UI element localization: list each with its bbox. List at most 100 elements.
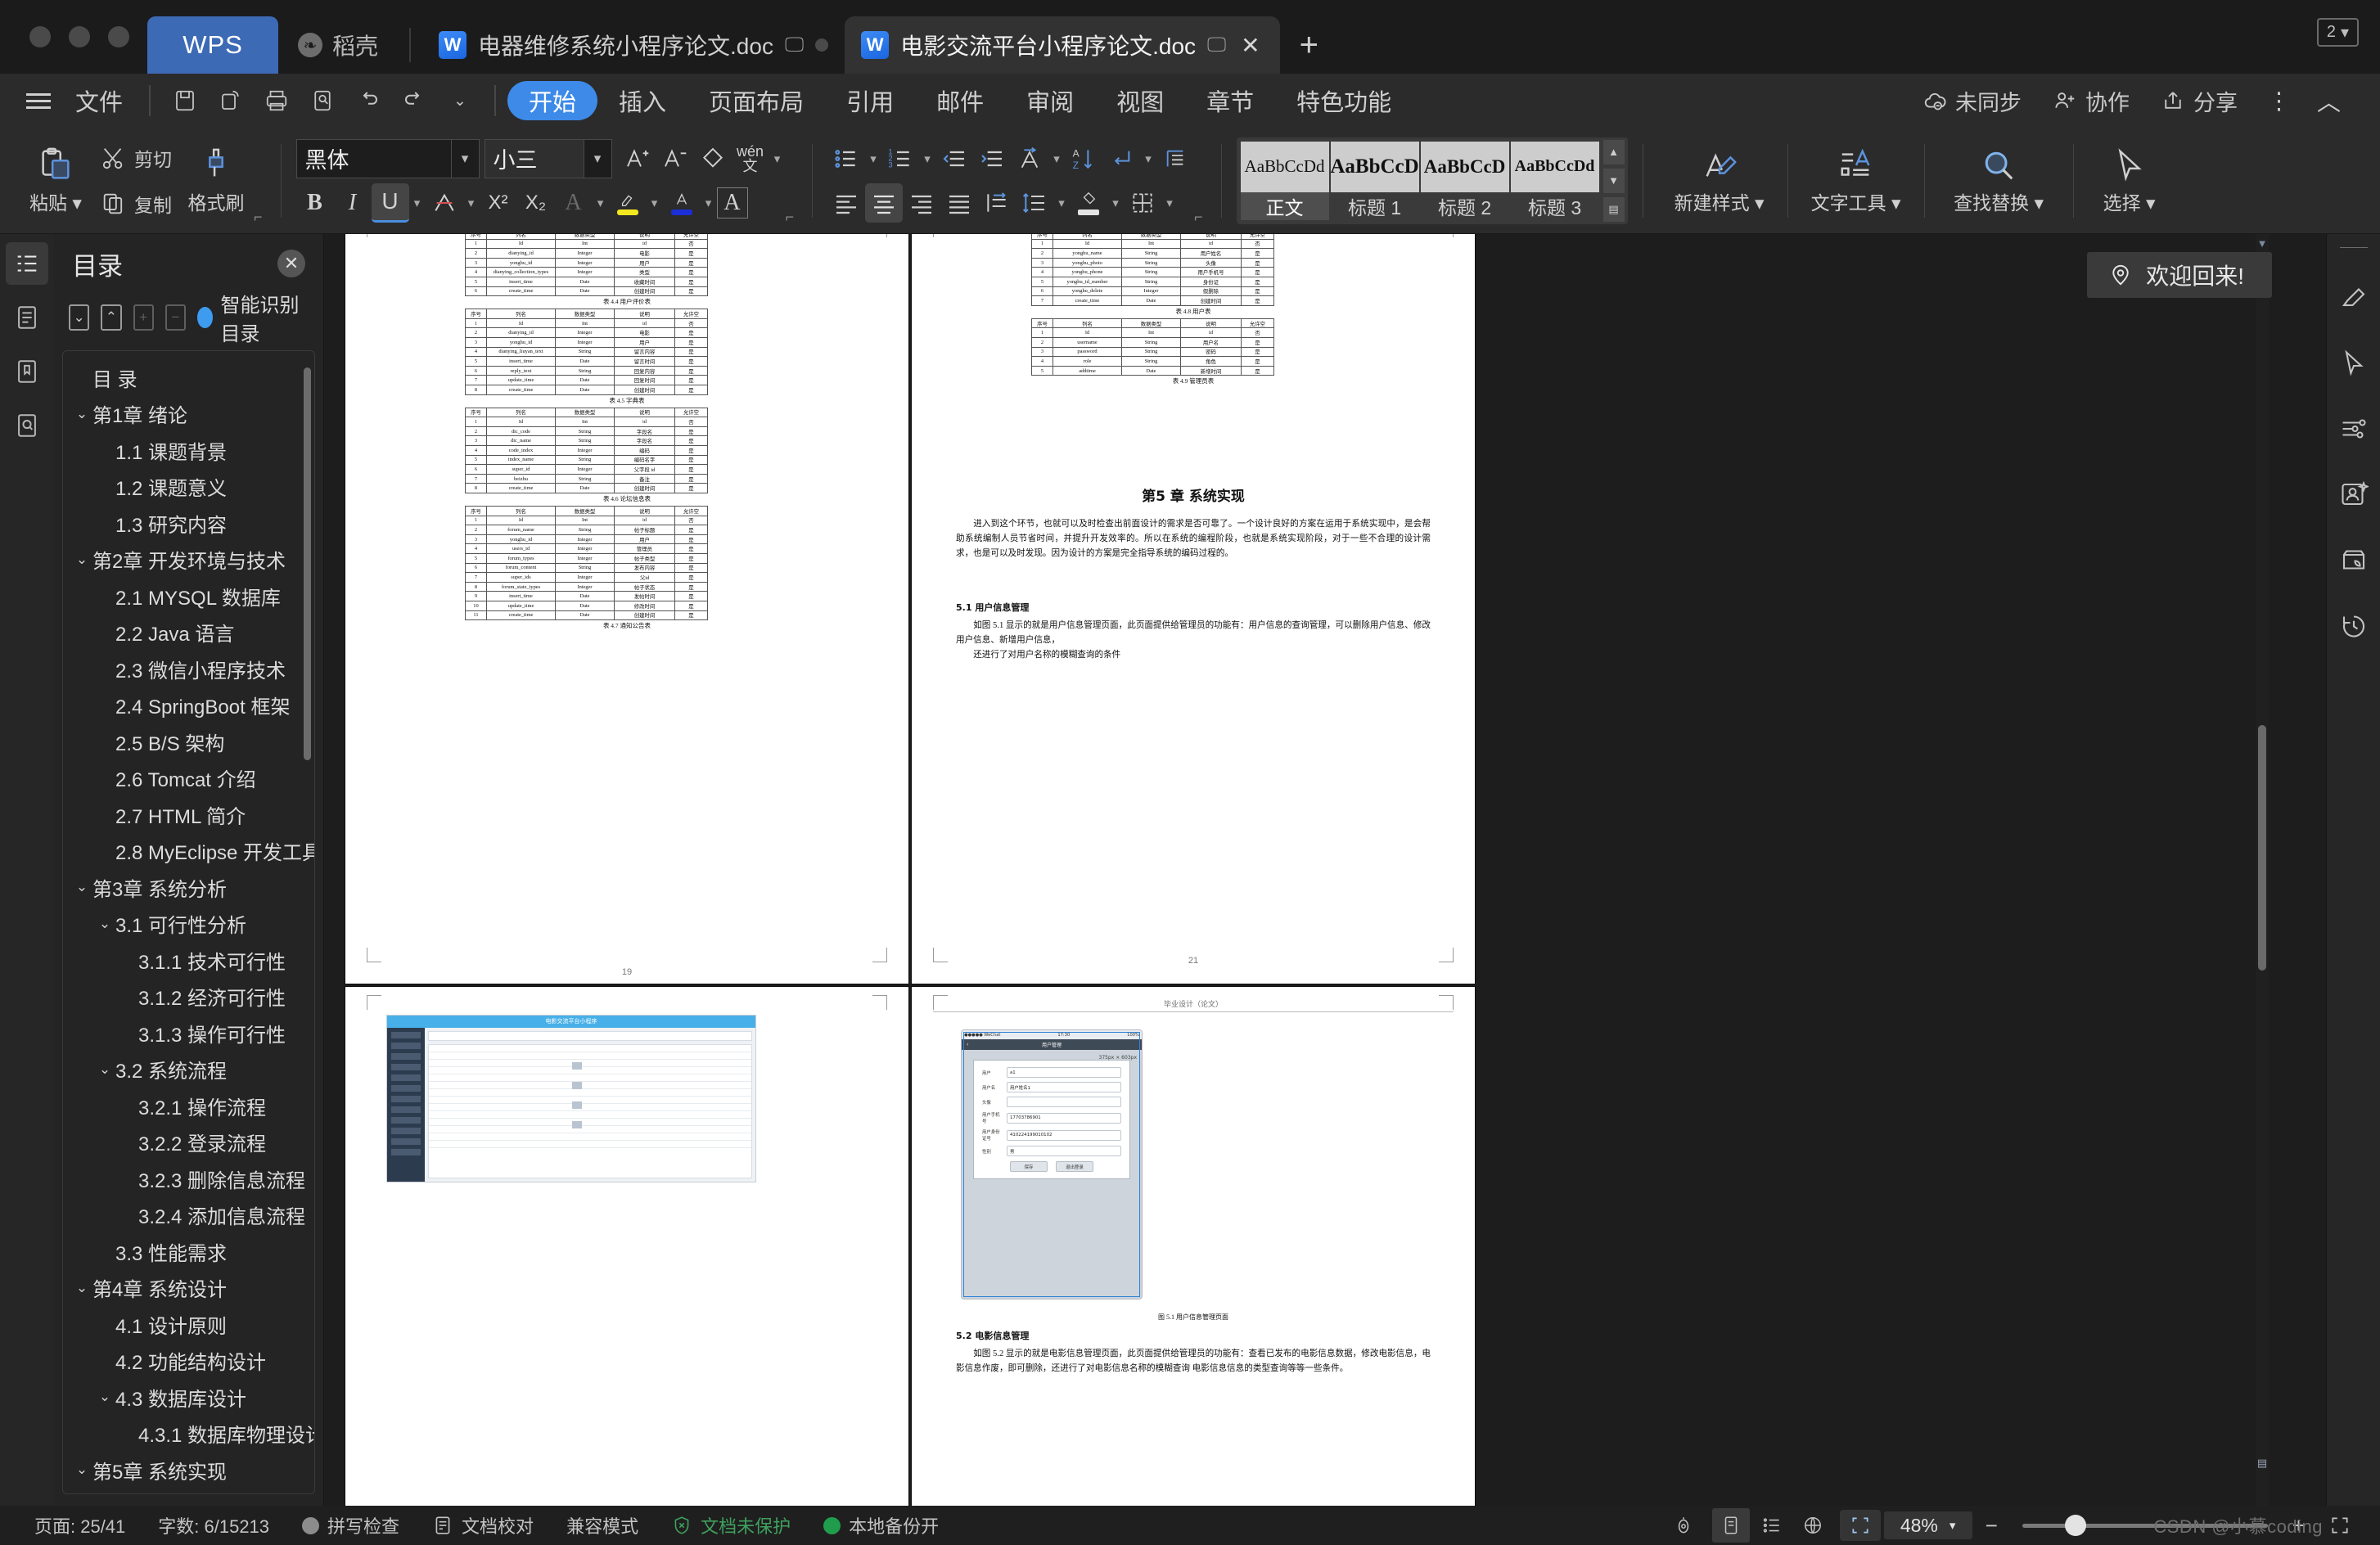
share-button[interactable]: 分享 bbox=[2148, 85, 2251, 117]
local-backup-status[interactable]: 本地备份开 bbox=[807, 1512, 955, 1538]
italic-button[interactable]: I bbox=[334, 183, 372, 223]
toc-item[interactable]: ⌄ 第1章 绪论 bbox=[63, 396, 314, 433]
align-left-icon[interactable] bbox=[827, 183, 865, 223]
tab-chapter[interactable]: 章节 bbox=[1185, 81, 1275, 120]
zoom-out-button[interactable]: − bbox=[1976, 1513, 2008, 1538]
document-page-23[interactable]: 毕业设计（论文） ●●●●● WeChat 17:30 100% ‹ 用户管理 … bbox=[912, 987, 1475, 1506]
toc-item[interactable]: 3.2.2 登录流程 bbox=[63, 1124, 314, 1161]
document-canvas[interactable]: 序号 列名 数据类型 说明 允许空 1 Id Int id 否 2 dianying_id Intege… bbox=[324, 234, 2326, 1506]
chevron-down-icon[interactable]: ⌄ bbox=[71, 1280, 92, 1296]
print-preview-icon[interactable] bbox=[304, 83, 340, 119]
font-color-caret-icon[interactable]: ▾ bbox=[701, 196, 717, 210]
font-size-input[interactable]: 小三 bbox=[484, 138, 584, 178]
increase-indent-icon[interactable] bbox=[973, 139, 1011, 178]
toc-item[interactable]: ⌄ 第2章 开发环境与技术 bbox=[63, 542, 314, 579]
fit-page-button[interactable] bbox=[1839, 1510, 1881, 1541]
increase-level-icon[interactable]: + bbox=[133, 304, 154, 331]
font-dialog-launcher[interactable]: ⌐ bbox=[786, 209, 798, 229]
app-menu-icon[interactable] bbox=[16, 92, 61, 109]
toc-scrollbar-thumb[interactable] bbox=[304, 367, 311, 760]
more-options-icon[interactable]: ⋮ bbox=[2256, 79, 2302, 122]
document-protection-status[interactable]: 文档未保护 bbox=[655, 1512, 807, 1538]
line-spacing-icon[interactable] bbox=[1016, 183, 1053, 223]
save-icon[interactable] bbox=[167, 83, 203, 119]
tab-insert[interactable]: 插入 bbox=[597, 81, 687, 120]
toc-item[interactable]: 2.3 微信小程序技术 bbox=[63, 651, 314, 687]
bookmark-panel-icon[interactable] bbox=[6, 350, 48, 393]
marks-caret-icon[interactable]: ▾ bbox=[1140, 151, 1156, 166]
toc-item[interactable]: 2.5 B/S 架构 bbox=[63, 723, 314, 760]
decrease-indent-icon[interactable] bbox=[935, 139, 973, 178]
new-style-button[interactable]: 新建样式 ▾ bbox=[1658, 135, 1781, 227]
style-heading-2[interactable]: AaBbCcD 标题 2 bbox=[1420, 141, 1509, 220]
find-panel-icon[interactable] bbox=[6, 404, 48, 447]
distribute-icon[interactable] bbox=[978, 183, 1016, 223]
toc-item[interactable]: 5.1 用户信息管理 bbox=[63, 1489, 314, 1494]
tab-view[interactable]: 视图 bbox=[1095, 81, 1185, 120]
numbered-list-icon[interactable]: 123 bbox=[881, 139, 919, 178]
tab-review[interactable]: 审阅 bbox=[1005, 81, 1095, 120]
scrollbar-thumb[interactable] bbox=[2258, 725, 2266, 971]
grow-font-button[interactable] bbox=[619, 139, 656, 178]
font-size-caret-icon[interactable]: ▾ bbox=[584, 138, 612, 178]
toc-item[interactable]: 3.1.2 经济可行性 bbox=[63, 979, 314, 1016]
clipboard-dialog-launcher[interactable]: ⌐ bbox=[254, 209, 266, 229]
toc-item[interactable]: ⌄ 3.1 可行性分析 bbox=[63, 906, 314, 943]
toc-item[interactable]: ⌄ 第5章 系统实现 bbox=[63, 1452, 314, 1489]
save-as-icon[interactable] bbox=[213, 83, 249, 119]
scroll-top-marker[interactable]: ▼ bbox=[2256, 237, 2269, 250]
select-button[interactable]: 选择 ▾ bbox=[2080, 135, 2179, 227]
bullet-list-icon[interactable] bbox=[827, 139, 865, 178]
toc-item[interactable]: 2.6 Tomcat 介绍 bbox=[63, 760, 314, 797]
toc-item[interactable]: 3.3 性能需求 bbox=[63, 1233, 314, 1270]
toc-item[interactable]: 2.7 HTML 简介 bbox=[63, 796, 314, 833]
zoom-slider-knob[interactable] bbox=[2064, 1515, 2086, 1536]
toc-item[interactable]: 2.1 MYSQL 数据库 bbox=[63, 578, 314, 615]
toc-item[interactable]: 4.1 设计原则 bbox=[63, 1306, 314, 1343]
toc-item[interactable]: 目 录 bbox=[63, 359, 314, 396]
new-tab-button[interactable]: + bbox=[1280, 16, 1338, 74]
chevron-down-icon[interactable]: ⌄ bbox=[71, 552, 92, 568]
underline-caret-icon[interactable]: ▾ bbox=[409, 196, 426, 210]
minimize-window-dot[interactable] bbox=[69, 26, 90, 47]
pinyin-guide-button[interactable]: wén 文 bbox=[732, 139, 769, 178]
page-view-button[interactable] bbox=[1711, 1508, 1750, 1543]
char-border-button[interactable]: A bbox=[716, 187, 748, 218]
toc-item[interactable]: ⌄ 第4章 系统设计 bbox=[63, 1270, 314, 1307]
cursor-select-icon[interactable] bbox=[2335, 345, 2373, 382]
decrease-level-icon[interactable]: − bbox=[165, 304, 187, 331]
toc-item[interactable]: ⌄ 第3章 系统分析 bbox=[63, 869, 314, 906]
tab-movie-platform-doc[interactable]: W 电影交流平台小程序论文.doc 🖵 ✕ bbox=[845, 16, 1280, 74]
collapse-all-icon[interactable]: ⌃ bbox=[101, 304, 122, 331]
borders-caret-icon[interactable]: ▾ bbox=[1161, 196, 1178, 210]
tab-electrical-repair-doc[interactable]: W 电器维修系统小程序论文.doc 🖵 bbox=[422, 16, 845, 74]
copy-button[interactable]: 复制 bbox=[93, 183, 178, 224]
toc-item[interactable]: 4.2 功能结构设计 bbox=[63, 1343, 314, 1380]
toc-item[interactable]: 2.8 MyEclipse 开发工具 bbox=[63, 833, 314, 870]
style-expand-icon[interactable]: ▤ bbox=[1602, 196, 1625, 222]
toc-item[interactable]: 3.1.1 技术可行性 bbox=[63, 942, 314, 979]
numbering-caret-icon[interactable]: ▾ bbox=[919, 151, 935, 166]
toc-item[interactable]: ⌄ 3.2 系统流程 bbox=[63, 1052, 314, 1088]
web-view-button[interactable] bbox=[1794, 1515, 1832, 1536]
leaf-shop-icon[interactable] bbox=[2335, 541, 2373, 579]
style-normal[interactable]: AaBbCcDd 正文 bbox=[1240, 141, 1329, 220]
justify-icon[interactable] bbox=[940, 183, 978, 223]
expand-all-icon[interactable]: ⌄ bbox=[69, 304, 90, 331]
close-nav-icon[interactable]: ✕ bbox=[277, 250, 305, 277]
highlight-color-button[interactable] bbox=[609, 183, 647, 223]
chevron-down-icon[interactable]: ⌄ bbox=[71, 1462, 92, 1478]
toc-item[interactable]: ⌄ 4.3 数据库设计 bbox=[63, 1379, 314, 1416]
document-page-22[interactable]: 电影交流平台小程序 22 bbox=[345, 987, 908, 1506]
toc-item[interactable]: 3.1.3 操作可行性 bbox=[63, 1015, 314, 1052]
word-count-indicator[interactable]: 字数: 6/15213 bbox=[142, 1512, 286, 1538]
superscript-button[interactable]: X² bbox=[480, 183, 517, 223]
borders-icon[interactable] bbox=[1124, 183, 1161, 223]
paragraph-layout-icon[interactable] bbox=[1156, 139, 1194, 178]
collaborate-button[interactable]: 协作 bbox=[2040, 85, 2143, 117]
underline-button[interactable]: U bbox=[371, 182, 409, 223]
tab-present-icon[interactable]: 🖵 bbox=[1207, 34, 1226, 56]
sort-az-icon[interactable]: AZ bbox=[1065, 139, 1102, 178]
paste-button[interactable]: 粘贴 ▾ bbox=[18, 135, 93, 227]
toc-list[interactable]: 目 录 ⌄ 第1章 绪论 1.1 课题背景 1.2 课题意义 1.3 研究内容 ⌄ 第2章 开… bbox=[62, 350, 315, 1494]
